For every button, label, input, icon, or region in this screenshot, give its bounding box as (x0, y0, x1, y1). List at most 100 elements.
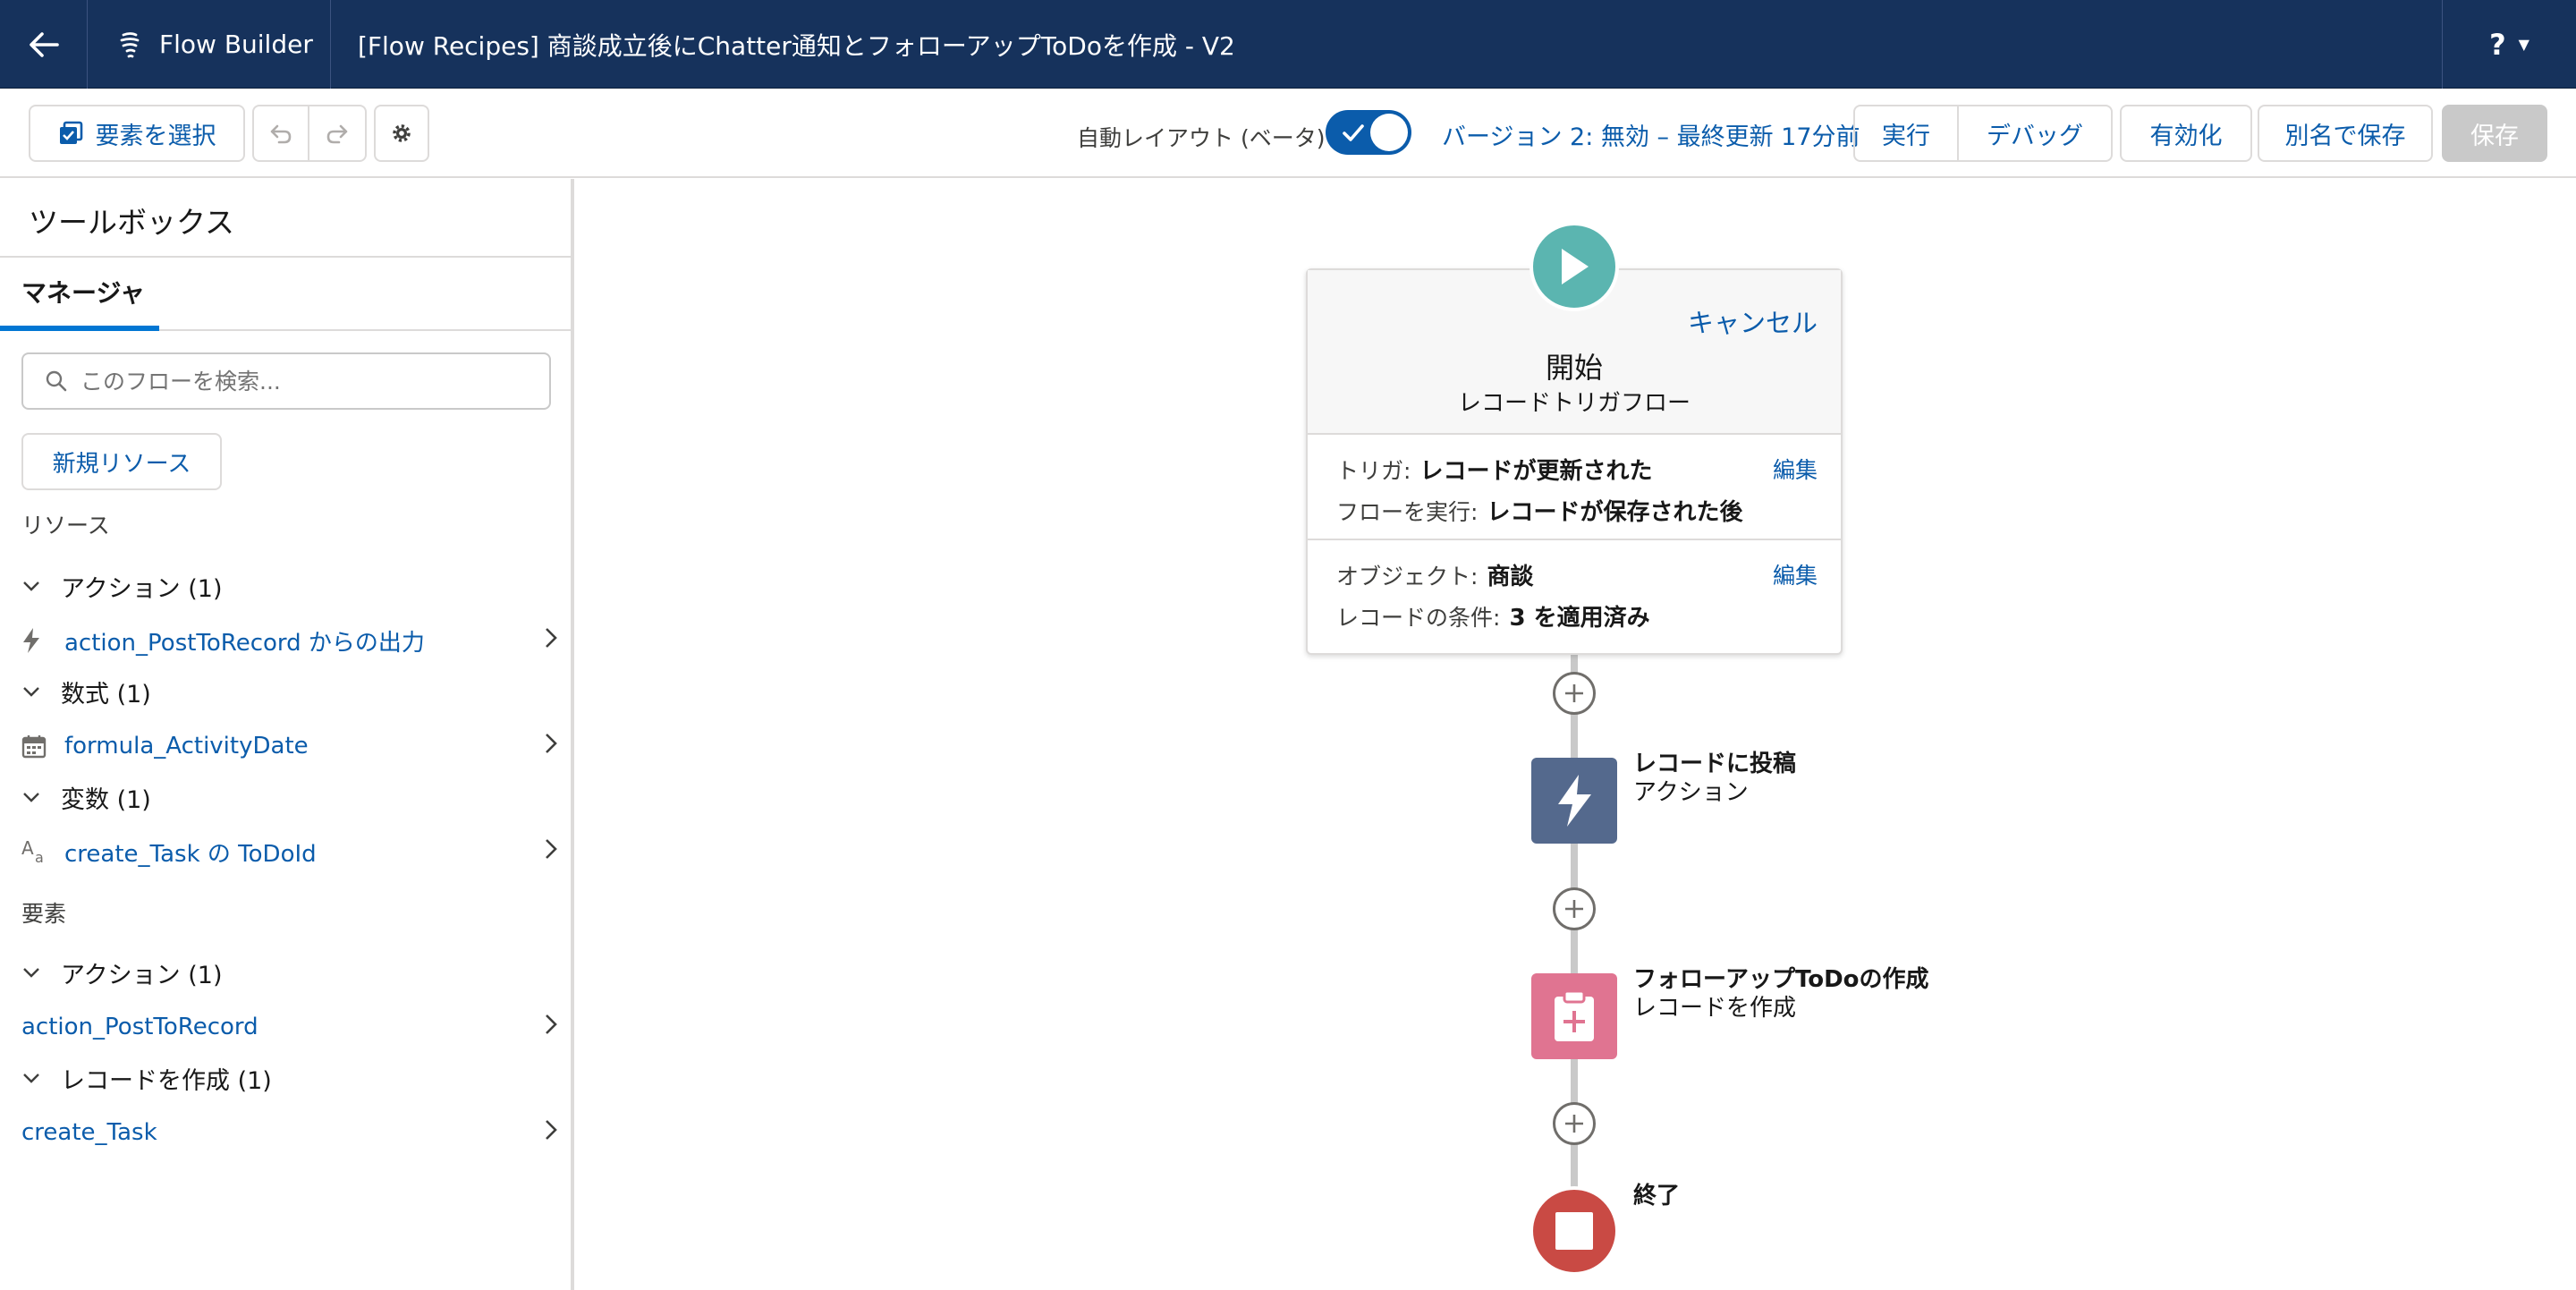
resource-item-action-output[interactable]: action_PostToRecord からの出力 (21, 615, 558, 666)
back-button[interactable] (0, 0, 88, 89)
plus-icon (1565, 900, 1583, 918)
app-brand: Flow Builder (88, 0, 331, 89)
resources-heading: リソース (21, 513, 110, 539)
resource-group-label: アクション (1) (61, 574, 223, 603)
trigger-label: トリガ: (1336, 458, 1411, 484)
stop-icon (1555, 1212, 1593, 1250)
cancel-link[interactable]: キャンセル (1688, 302, 1818, 340)
auto-layout-label: 自動レイアウト (ベータ) (1077, 125, 1326, 151)
edit-object-link[interactable]: 編集 (1773, 558, 1818, 590)
element-item-label: action_PostToRecord (21, 1014, 258, 1040)
run-label: フローを実行: (1336, 499, 1479, 525)
toolbox-title: ツールボックス (29, 205, 235, 240)
element-item-create-task[interactable]: create_Task (21, 1108, 558, 1158)
chevron-right-icon (544, 625, 558, 657)
object-value: 商談 (1487, 564, 1534, 590)
lightning-icon (1558, 775, 1591, 827)
tab-manager[interactable]: マネージャ (0, 258, 159, 331)
object-section: オブジェクト: 商談 レコードの条件: 3 を適用済み 編集 (1308, 542, 1841, 653)
end-node-label: 終了 (1633, 1183, 1681, 1209)
element-item-action[interactable]: action_PostToRecord (21, 1002, 558, 1052)
flow-settings-button[interactable] (374, 105, 429, 162)
record-create-icon (1555, 989, 1594, 1041)
select-elements-button[interactable]: 要素を選択 (29, 105, 245, 162)
resource-group-actions[interactable]: アクション (1) (21, 564, 222, 608)
save-as-button[interactable]: 別名で保存 (2258, 105, 2433, 162)
gear-icon (393, 124, 411, 142)
element-group-label: レコードを作成 (1) (61, 1066, 272, 1095)
trigger-row: トリガ: レコードが更新された (1336, 453, 1652, 486)
undo-redo-group (252, 105, 367, 162)
add-element-button[interactable] (1553, 672, 1596, 715)
chevron-down-icon: ▼ (2518, 36, 2529, 53)
create-record-node-name: フォローアップToDoの作成 (1633, 966, 1929, 993)
plus-icon (1565, 1115, 1583, 1133)
save-button[interactable]: 保存 (2442, 105, 2547, 162)
activate-button[interactable]: 有効化 (2120, 105, 2252, 162)
svg-text:a: a (35, 849, 44, 865)
edit-trigger-link[interactable]: 編集 (1773, 453, 1818, 485)
redo-icon (326, 124, 348, 144)
add-element-button[interactable] (1553, 887, 1596, 930)
chevron-right-icon (544, 1117, 558, 1149)
chevron-down-icon (21, 962, 61, 984)
action-node-label[interactable]: レコードに投稿 アクション (1633, 750, 1796, 807)
element-group-create-records[interactable]: レコードを作成 (1) (21, 1056, 272, 1100)
conditions-label: レコードの条件: (1336, 605, 1501, 631)
create-record-node-icon[interactable] (1531, 973, 1617, 1059)
chevron-down-icon (21, 786, 61, 809)
create-record-node-label[interactable]: フォローアップToDoの作成 レコードを作成 (1633, 965, 1929, 1023)
conditions-value: 3 を適用済み (1509, 605, 1650, 632)
resource-item-label: create_Task の ToDoId (64, 840, 317, 868)
arrow-left-icon (29, 31, 59, 57)
debug-button[interactable]: デバッグ (1959, 106, 2111, 160)
action-node-name: レコードに投稿 (1633, 751, 1797, 777)
search-icon (46, 370, 67, 392)
redo-button[interactable] (309, 106, 365, 160)
lightning-icon (21, 627, 64, 654)
toggle-knob (1370, 114, 1408, 151)
chevron-right-icon (544, 1012, 558, 1043)
chevron-right-icon (544, 836, 558, 868)
version-status-link[interactable]: バージョン 2: 無効 – 最終更新 17分前 (1442, 117, 1860, 152)
multi-select-icon (59, 121, 82, 144)
object-row: オブジェクト: 商談 (1336, 558, 1533, 591)
undo-button[interactable] (254, 106, 309, 160)
element-group-label: アクション (1) (61, 961, 223, 989)
select-elements-label: 要素を選択 (95, 122, 216, 150)
chevron-down-icon (21, 575, 61, 598)
new-resource-button[interactable]: 新規リソース (21, 433, 222, 490)
check-icon (1343, 124, 1364, 141)
element-group-actions[interactable]: アクション (1) (21, 950, 222, 995)
resource-item-variable[interactable]: Aa create_Task の ToDoId (21, 827, 558, 877)
run-button[interactable]: 実行 (1855, 106, 1959, 160)
svg-text:A: A (21, 838, 34, 859)
start-element-card[interactable]: キャンセル 開始 レコードトリガフロー トリガ: レコードが更新された フローを実… (1306, 268, 1843, 655)
resource-item-label: action_PostToRecord からの出力 (64, 629, 425, 657)
conditions-row: レコードの条件: 3 を適用済み (1336, 599, 1650, 632)
add-element-button[interactable] (1553, 1102, 1596, 1145)
start-node-icon[interactable] (1530, 222, 1619, 311)
start-subtitle: レコードトリガフロー (1457, 390, 1690, 417)
chevron-down-icon (21, 1067, 61, 1090)
auto-layout-toggle[interactable] (1326, 110, 1411, 155)
action-node-icon[interactable] (1531, 758, 1617, 844)
search-box (21, 352, 551, 410)
help-icon: ? (2489, 27, 2506, 62)
flow-icon (120, 31, 140, 57)
resource-group-variables[interactable]: 変数 (1) (21, 775, 151, 819)
toolbar: 要素を選択 自動レイアウト (ベータ) バージョン 2: 無効 – 最終更新 1… (0, 89, 2576, 178)
resource-group-formulas[interactable]: 数式 (1) (21, 669, 151, 714)
app-header: Flow Builder [Flow Recipes] 商談成立後にChatte… (0, 0, 2576, 89)
plus-icon (1565, 684, 1583, 702)
toolbox-tabs: マネージャ (0, 256, 571, 331)
resource-item-formula[interactable]: formula_ActivityDate (21, 721, 558, 771)
start-title: 開始 (1545, 351, 1603, 385)
search-input[interactable] (80, 368, 510, 395)
help-menu-button[interactable]: ? ▼ (2442, 0, 2576, 89)
resource-item-label: formula_ActivityDate (64, 733, 309, 760)
trigger-section: トリガ: レコードが更新された フローを実行: レコードが保存された後 編集 (1308, 437, 1841, 540)
undo-icon (270, 124, 292, 144)
element-item-label: create_Task (21, 1119, 157, 1146)
app-name: Flow Builder (159, 30, 313, 59)
